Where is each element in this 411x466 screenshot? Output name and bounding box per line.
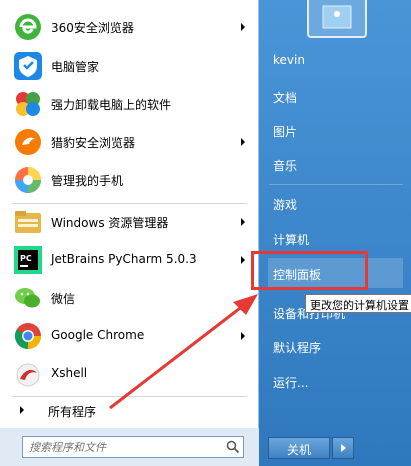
search-input[interactable] <box>29 439 209 455</box>
tencent-pc-manager-icon <box>12 50 44 82</box>
program-item-xshell[interactable]: Xshell <box>0 355 259 393</box>
program-item-chrome[interactable]: Google Chrome <box>0 317 259 355</box>
360-browser-icon <box>12 11 44 43</box>
program-item-cheetah-browser[interactable]: 猎豹安全浏览器 <box>0 123 259 161</box>
link-run[interactable]: 运行... <box>268 366 403 396</box>
program-label: 管理我的手机 <box>51 174 124 188</box>
uninstaller-icon <box>12 88 44 120</box>
expand-arrow-icon <box>20 406 24 414</box>
link-music[interactable]: 音乐 <box>268 149 403 179</box>
program-label: Xshell <box>51 366 88 380</box>
submenu-arrow-icon <box>241 23 245 31</box>
link-label: 游戏 <box>273 198 298 212</box>
cheetah-browser-icon <box>12 126 44 158</box>
separator <box>12 396 247 397</box>
search-icon[interactable] <box>226 440 240 454</box>
link-label: 默认程序 <box>273 341 322 355</box>
annotation-highlight-box <box>251 251 368 290</box>
shutdown-button[interactable]: 关机 <box>268 437 330 459</box>
chevron-right-icon <box>341 444 346 452</box>
search-box[interactable] <box>22 436 244 458</box>
pycharm-icon: PC <box>12 244 44 276</box>
link-pictures[interactable]: 图片 <box>268 115 403 145</box>
all-programs-label: 所有程序 <box>48 405 97 419</box>
chrome-icon <box>12 320 44 352</box>
program-item-uninstaller[interactable]: 强力卸载电脑上的软件 <box>0 85 259 123</box>
wechat-icon <box>12 282 44 314</box>
program-label: Windows 资源管理器 <box>51 216 169 230</box>
link-default-programs[interactable]: 默认程序 <box>268 331 403 361</box>
link-computer[interactable]: 计算机 <box>268 223 403 253</box>
link-documents[interactable]: 文档 <box>268 81 403 111</box>
program-item-phone-manager[interactable]: 管理我的手机 <box>0 161 259 199</box>
program-label: 360安全浏览器 <box>51 21 134 35</box>
user-avatar-icon <box>322 5 352 29</box>
program-item-wechat[interactable]: 微信 <box>0 279 259 317</box>
link-label: 文档 <box>273 91 298 105</box>
control-panel-tooltip: 更改您的计算机设置 <box>305 294 411 313</box>
submenu-arrow-icon <box>241 218 245 226</box>
xshell-icon <box>12 358 44 390</box>
link-games[interactable]: 游戏 <box>268 188 403 218</box>
program-label: JetBrains PyCharm 5.0.3 <box>51 252 197 266</box>
program-label: 微信 <box>51 292 76 306</box>
program-item-pc-manager[interactable]: 电脑管家 <box>0 47 259 85</box>
program-item-360-browser[interactable]: 360安全浏览器 <box>0 8 259 46</box>
link-user-folder[interactable]: kevin <box>268 45 403 75</box>
shutdown-options-button[interactable] <box>332 437 354 459</box>
link-label: 音乐 <box>273 159 298 173</box>
submenu-arrow-icon <box>241 256 245 264</box>
start-menu: 360安全浏览器 电脑管家 强力卸载电脑上的软件 猎豹安全浏览器 管理我的手机 … <box>0 0 411 466</box>
shutdown-label: 关机 <box>287 443 312 457</box>
link-label: 计算机 <box>273 233 310 247</box>
windows-explorer-icon <box>12 206 44 238</box>
link-label: 图片 <box>273 125 298 139</box>
tooltip-text: 更改您的计算机设置 <box>310 299 409 312</box>
user-picture[interactable] <box>307 0 367 38</box>
link-label: kevin <box>273 53 305 67</box>
submenu-arrow-icon <box>241 332 245 340</box>
program-label: 猎豹安全浏览器 <box>51 136 136 150</box>
program-label: 电脑管家 <box>51 60 100 74</box>
separator <box>269 184 403 185</box>
program-label: 强力卸载电脑上的软件 <box>51 98 172 112</box>
phone-manager-icon <box>12 164 44 196</box>
program-item-windows-explorer[interactable]: Windows 资源管理器 <box>0 203 259 241</box>
program-item-pycharm[interactable]: PC JetBrains PyCharm 5.0.3 <box>0 241 259 279</box>
link-label: 运行... <box>273 376 309 390</box>
program-label: Google Chrome <box>51 328 145 342</box>
submenu-arrow-icon <box>241 138 245 146</box>
svg-text:PC: PC <box>20 254 32 263</box>
all-programs-button[interactable]: 所有程序 <box>0 399 259 421</box>
